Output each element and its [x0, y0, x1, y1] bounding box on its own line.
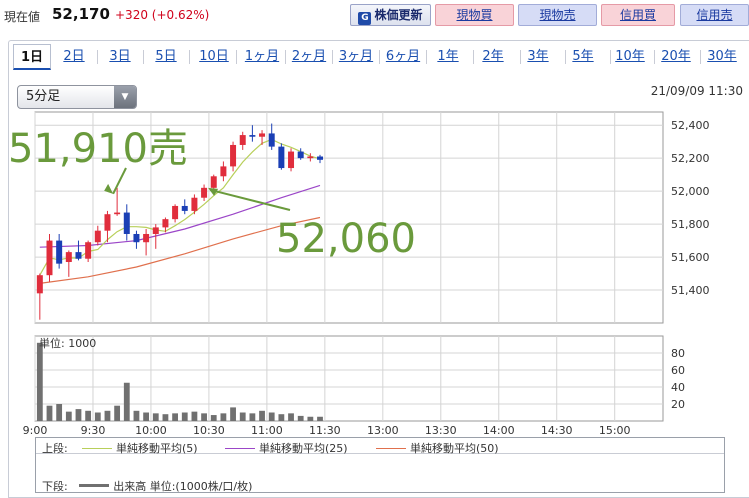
legend-ma50: 単純移動平均(50) [376, 440, 499, 456]
volume-bar [162, 414, 169, 421]
candle-body [278, 146, 285, 169]
candle-body [143, 233, 150, 243]
volume-bar [288, 413, 294, 421]
volume-bar [94, 412, 101, 421]
candle-body [162, 219, 169, 228]
volume-bar [210, 415, 217, 421]
stock-chart: 52,400 52,200 52,000 51,800 51,600 51,400 80 60… [8, 111, 710, 437]
candle-body [152, 227, 159, 234]
candle-body [75, 252, 82, 259]
candle-body [114, 212, 121, 215]
volume-bar [46, 405, 53, 421]
volume-tick-label: 20 [671, 398, 685, 411]
volume-tick-label: 80 [671, 347, 685, 360]
candle-body [317, 156, 324, 160]
chart-legend: 上段: 単純移動平均(5) 単純移動平均(25) 単純移動平均(50) 下段: … [35, 437, 725, 493]
price-tick-label: 51,400 [671, 284, 710, 297]
candle-body [210, 176, 217, 188]
time-tick-label: 9:00 [23, 424, 48, 437]
time-tick-label: 11:00 [251, 424, 283, 437]
candle-body [172, 205, 179, 220]
candle-body [239, 135, 246, 145]
legend-upper-label: 上段: [42, 442, 68, 455]
candle-body [56, 240, 63, 264]
candle-body [249, 135, 256, 137]
price-tick-label: 52,200 [671, 152, 710, 165]
candle-body [201, 187, 208, 198]
candle-body [259, 133, 266, 137]
volume-bar [172, 413, 178, 421]
volume-tick-label: 60 [671, 364, 685, 377]
volume-bar [307, 416, 314, 421]
candle-body [288, 151, 295, 169]
volume-bar [123, 382, 130, 421]
legend-ma5: 単純移動平均(5) [82, 440, 198, 456]
candle-body [36, 275, 43, 294]
volume-bar [259, 410, 265, 421]
candle-body [46, 240, 53, 276]
candle-body [133, 233, 140, 243]
time-tick-label: 13:30 [425, 424, 457, 437]
volume-bar [85, 410, 92, 421]
time-tick-label: 10:30 [193, 424, 225, 437]
volume-bar [317, 416, 323, 421]
legend-volume: 出来高 単位:(1000株/口/枚) [71, 480, 252, 493]
candle-body [85, 242, 92, 259]
candle-body [307, 156, 314, 159]
time-tick-label: 11:30 [309, 424, 341, 437]
volume-unit-label: 単位: 1000 [39, 336, 96, 350]
time-tick-label: 15:00 [599, 424, 631, 437]
candle-body [268, 133, 275, 147]
candle-body [65, 252, 72, 263]
candle-body [191, 197, 198, 211]
volume-bar [191, 411, 198, 421]
volume-bar [75, 409, 82, 421]
legend-lower-label: 下段: [42, 480, 68, 493]
volume-bar [104, 410, 111, 421]
volume-bar [114, 405, 121, 421]
price-tick-label: 52,400 [671, 119, 710, 132]
volume-bar [181, 412, 188, 421]
volume-bar [65, 411, 72, 421]
annotation-sell-label: 51,910売 [8, 126, 188, 172]
volume-bar [56, 404, 63, 421]
volume-bar [152, 413, 159, 421]
annotation-price-label: 52,060 [276, 216, 416, 262]
time-tick-label: 9:30 [81, 424, 106, 437]
time-tick-label: 14:30 [541, 424, 573, 437]
time-tick-label: 10:00 [135, 424, 167, 437]
volume-bar [297, 415, 304, 421]
volume-bar [201, 413, 207, 421]
volume-bar [278, 414, 285, 421]
candle-body [104, 214, 111, 231]
volume-bar [230, 407, 236, 421]
volume-tick-label: 40 [671, 381, 685, 394]
candle-body [297, 151, 304, 159]
legend-ma25: 単純移動平均(25) [225, 440, 348, 456]
price-tick-label: 51,600 [671, 251, 710, 264]
price-tick-label: 51,800 [671, 218, 710, 231]
candle-body [181, 205, 188, 211]
candle-body [123, 212, 130, 234]
price-tick-label: 52,000 [671, 185, 710, 198]
candle-body [220, 166, 227, 177]
volume-bar [268, 412, 275, 421]
time-tick-label: 14:00 [483, 424, 515, 437]
volume-bar [143, 412, 150, 421]
candle-body [230, 144, 237, 167]
candle-body [94, 230, 101, 243]
volume-bar [133, 410, 140, 421]
volume-bar [239, 412, 246, 421]
volume-bar [36, 342, 43, 421]
volume-bar [249, 413, 256, 421]
volume-bar [220, 413, 227, 421]
time-tick-label: 13:00 [367, 424, 399, 437]
